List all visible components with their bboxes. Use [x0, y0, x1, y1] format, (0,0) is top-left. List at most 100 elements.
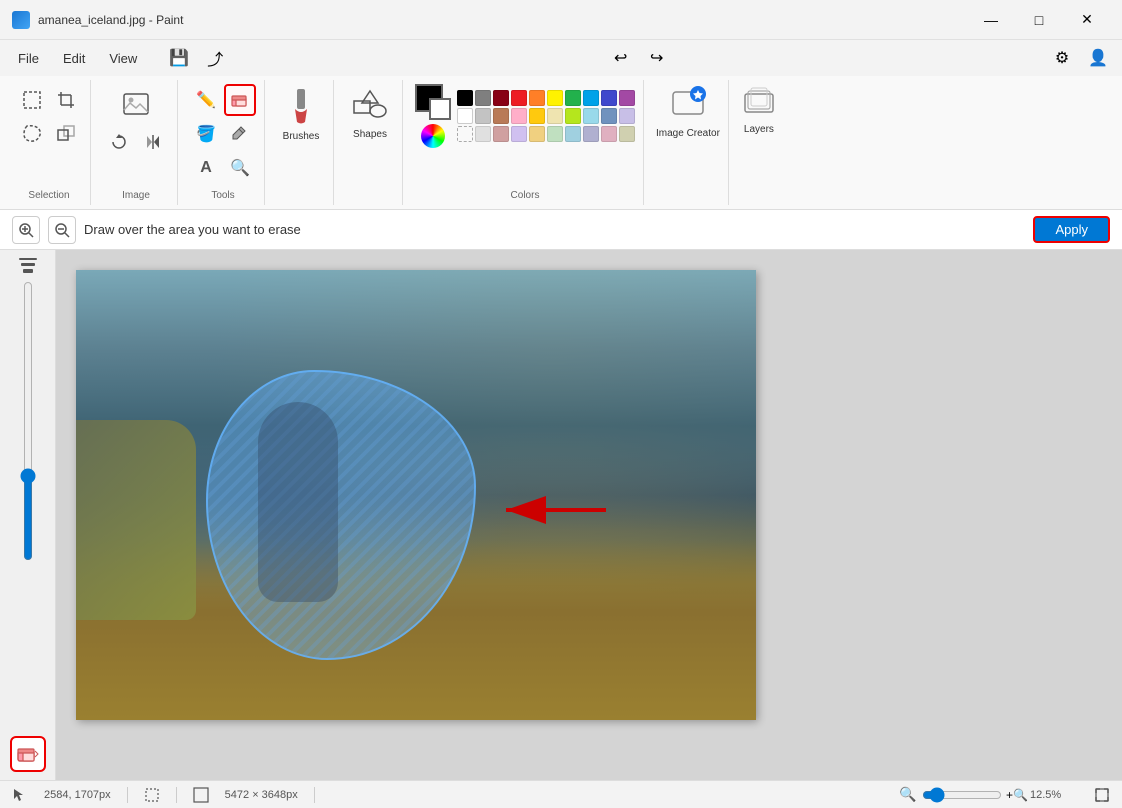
- select-rect-button[interactable]: [16, 84, 48, 116]
- color-brown[interactable]: [493, 108, 509, 124]
- window-controls: — □ ✕: [968, 4, 1110, 36]
- color-transparent[interactable]: [457, 126, 473, 142]
- eraser-button[interactable]: [224, 84, 256, 116]
- size-selector[interactable]: [19, 258, 37, 273]
- color-swatch-extra-8[interactable]: [601, 126, 617, 142]
- share-button[interactable]: ⤴: [199, 42, 231, 74]
- size-slider-container: [18, 281, 38, 561]
- color-wheel[interactable]: [421, 124, 445, 148]
- fit-controls: [1094, 787, 1110, 803]
- color-swatch-extra-6[interactable]: [565, 126, 581, 142]
- color-purple[interactable]: [619, 90, 635, 106]
- brushes-button[interactable]: Brushes: [277, 84, 325, 144]
- magnifier-button[interactable]: 🔍: [224, 152, 256, 184]
- color-lavender[interactable]: [619, 108, 635, 124]
- color-pink[interactable]: [511, 108, 527, 124]
- apply-button[interactable]: Apply: [1033, 216, 1110, 243]
- minimize-button[interactable]: —: [968, 4, 1014, 36]
- color-cream[interactable]: [547, 108, 563, 124]
- color-green[interactable]: [565, 90, 581, 106]
- color-picker-button[interactable]: [224, 118, 256, 150]
- color-orange[interactable]: [529, 90, 545, 106]
- rock-left: [76, 420, 196, 620]
- layers-label: Layers: [744, 124, 774, 135]
- menu-edit[interactable]: Edit: [53, 47, 95, 70]
- zoom-out-status-button[interactable]: 🔍: [898, 785, 918, 805]
- color-white[interactable]: [457, 108, 473, 124]
- sub-toolbar: Draw over the area you want to erase App…: [0, 210, 1122, 250]
- zoom-control: 🔍 +🔍 12.5%: [898, 785, 1070, 805]
- color-steelblue[interactable]: [601, 108, 617, 124]
- selection-label: Selection: [28, 186, 69, 201]
- maximize-button[interactable]: □: [1016, 4, 1062, 36]
- left-sidebar: [0, 250, 56, 780]
- fill-button[interactable]: 🪣: [190, 118, 222, 150]
- canvas-size: 5472 × 3648px: [225, 789, 298, 801]
- fit-page-icon[interactable]: [1094, 787, 1110, 803]
- image-creator-button[interactable]: Image Creator: [656, 84, 720, 139]
- flip-button[interactable]: [137, 126, 169, 158]
- shapes-button[interactable]: Shapes: [346, 84, 394, 144]
- color-yellow[interactable]: [547, 90, 563, 106]
- save-button[interactable]: 💾: [163, 42, 195, 74]
- pencil-button[interactable]: ✏️: [190, 84, 222, 116]
- tools-buttons: ✏️ 🪣 A: [190, 84, 256, 184]
- account-button[interactable]: 👤: [1082, 42, 1114, 74]
- image-group: Image: [95, 80, 178, 205]
- color-swatches: [457, 90, 635, 142]
- image-button[interactable]: [116, 84, 156, 124]
- color-swatch-extra-1[interactable]: [475, 126, 491, 142]
- color-swatch-extra-4[interactable]: [529, 126, 545, 142]
- color-indigo[interactable]: [601, 90, 617, 106]
- brushes-group: Brushes: [269, 80, 334, 205]
- color-swatch-extra-2[interactable]: [493, 126, 509, 142]
- menu-file[interactable]: File: [8, 47, 49, 70]
- window-title: amanea_iceland.jpg - Paint: [38, 13, 183, 27]
- status-sep-2: [176, 787, 177, 803]
- color-gray[interactable]: [475, 90, 491, 106]
- image-label: Image: [122, 186, 150, 201]
- zoom-in-button[interactable]: [12, 216, 40, 244]
- tools-group: ✏️ 🪣 A: [182, 80, 265, 205]
- canvas-area[interactable]: [56, 250, 1122, 780]
- redo-button[interactable]: ↪: [641, 42, 673, 74]
- selection-size-icon: [144, 787, 160, 803]
- canvas-wrapper: [76, 270, 756, 720]
- color-swatch-extra-3[interactable]: [511, 126, 527, 142]
- color-lime[interactable]: [565, 108, 581, 124]
- background-color[interactable]: [429, 98, 451, 120]
- tools-label: Tools: [211, 186, 234, 201]
- select-free-button[interactable]: [16, 118, 48, 150]
- color-blue[interactable]: [583, 90, 599, 106]
- color-swatch-extra-9[interactable]: [619, 126, 635, 142]
- text-button[interactable]: A: [190, 152, 222, 184]
- zoom-out-button[interactable]: [48, 216, 76, 244]
- colors-label: Colors: [511, 186, 540, 201]
- eraser-tool-icon[interactable]: [10, 736, 46, 772]
- crop-button[interactable]: [50, 84, 82, 116]
- close-button[interactable]: ✕: [1064, 4, 1110, 36]
- color-lightgray[interactable]: [475, 108, 491, 124]
- color-red[interactable]: [511, 90, 527, 106]
- color-lightblue[interactable]: [583, 108, 599, 124]
- app-icon: [12, 11, 30, 29]
- size-control: [8, 258, 48, 273]
- resize-button[interactable]: [50, 118, 82, 150]
- color-swatch-extra-7[interactable]: [583, 126, 599, 142]
- undo-button[interactable]: ↩: [605, 42, 637, 74]
- color-row-2: [457, 108, 635, 124]
- zoom-in-status-button[interactable]: +🔍: [1006, 785, 1026, 805]
- color-gold[interactable]: [529, 108, 545, 124]
- zoom-slider[interactable]: [922, 787, 1002, 803]
- color-darkred[interactable]: [493, 90, 509, 106]
- layers-group: Layers: [733, 80, 785, 205]
- brush-size-slider[interactable]: [18, 281, 38, 561]
- settings-button[interactable]: ⚙: [1046, 42, 1078, 74]
- color-black[interactable]: [457, 90, 473, 106]
- menu-view[interactable]: View: [99, 47, 147, 70]
- shapes-group: Shapes: [338, 80, 403, 205]
- layers-button[interactable]: Layers: [741, 84, 777, 135]
- rotate-button[interactable]: [103, 126, 135, 158]
- selection-overlay: [206, 370, 476, 660]
- color-swatch-extra-5[interactable]: [547, 126, 563, 142]
